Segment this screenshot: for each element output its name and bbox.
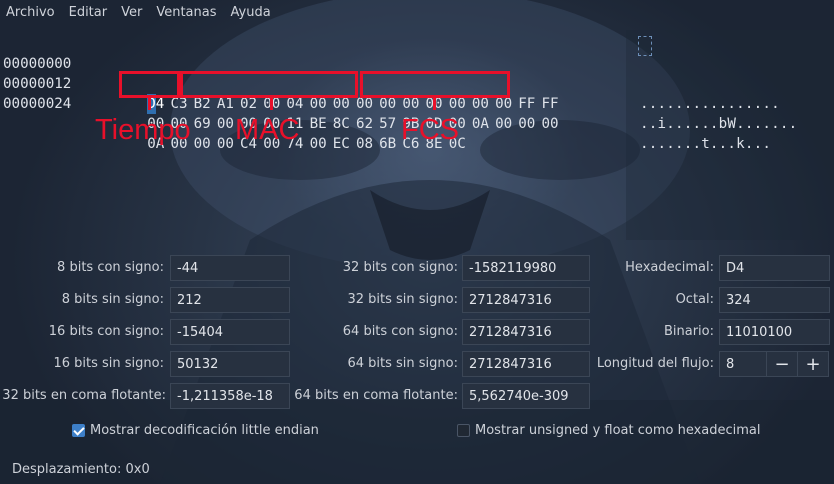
hex-byte[interactable]: 00 (518, 114, 541, 134)
hex-byte[interactable]: 00 (194, 134, 217, 154)
row-offset: 00000024 (3, 96, 72, 112)
menu-ver[interactable]: Ver (114, 0, 149, 26)
annotation-tick (270, 98, 273, 110)
label-64bit-float: 64 bits en coma flotante: (294, 388, 458, 403)
hex-byte[interactable]: 08 (356, 134, 379, 154)
stream-length-input[interactable]: 8 (719, 351, 767, 377)
field-16bit-unsigned[interactable]: 50132 (170, 351, 290, 377)
field-64bit-float[interactable]: 5,562740e-309 (462, 383, 590, 409)
annotation-tick (433, 98, 436, 110)
row-ascii[interactable]: ..i......bW....... (640, 114, 797, 134)
field-binario[interactable]: 11010100 (719, 319, 830, 345)
label-32bit-float: 32 bits en coma flotante: (2, 388, 166, 403)
menu-ayuda[interactable]: Ayuda (224, 0, 278, 26)
little-endian-checkbox[interactable] (72, 423, 85, 437)
annotation-box-fcs (360, 71, 510, 98)
hex-byte[interactable]: 0A (472, 114, 495, 134)
annotation-tick (148, 98, 151, 110)
status-bar-offset: Desplazamiento: 0x0 (12, 462, 150, 477)
annotation-box-tiempo (119, 71, 180, 98)
label-binario: Binario: (663, 324, 714, 339)
label-octal: Octal: (675, 292, 714, 307)
field-8bit-unsigned[interactable]: 212 (170, 287, 290, 313)
label-64bit-signed: 64 bits con signo: (342, 324, 458, 339)
label-16bit-signed: 16 bits con signo: (48, 324, 164, 339)
decrement-button[interactable]: − (766, 351, 798, 377)
little-endian-label: Mostrar decodificación little endian (90, 422, 319, 438)
hex-row[interactable]: 00000024 0A 00 00 00 C4 00 74 00 EC 08 6B C6 8E 0C ..… (0, 74, 771, 152)
annotation-box-mac (180, 71, 358, 98)
increment-button[interactable]: + (797, 351, 829, 377)
annotation-label-mac: MAC (235, 114, 300, 146)
unsigned-hex-checkbox[interactable] (457, 423, 470, 437)
menu-archivo[interactable]: Archivo (0, 0, 62, 26)
little-endian-option[interactable]: Mostrar decodificación little endian (72, 420, 319, 440)
label-16bit-unsigned: 16 bits sin signo: (53, 356, 164, 371)
field-32bit-float[interactable]: -1,211358e-18 (170, 383, 290, 409)
row-ascii[interactable]: .......t...k... (640, 134, 771, 154)
field-64bit-unsigned[interactable]: 2712847316 (462, 351, 590, 377)
label-32bit-signed: 32 bits con signo: (342, 260, 458, 275)
field-32bit-unsigned[interactable]: 2712847316 (462, 287, 590, 313)
hex-byte[interactable]: 6B (379, 134, 402, 154)
menu-bar: Archivo Editar Ver Ventanas Ayuda (0, 0, 834, 26)
hex-byte[interactable]: EC (333, 134, 356, 154)
field-32bit-signed[interactable]: -1582119980 (462, 255, 590, 281)
annotation-label-fcs: FCS (401, 114, 459, 146)
unsigned-hex-option[interactable]: Mostrar unsigned y float como hexadecima… (457, 420, 761, 440)
hex-byte[interactable]: 00 (495, 114, 518, 134)
hex-byte[interactable]: 00 (310, 134, 333, 154)
hex-row[interactable]: 00000012 00 00 69 00 00 00 11 BE 8C 62 57 9B 0D 00 0A 0… (0, 54, 797, 132)
label-stream-length: Longitud del flujo: (596, 356, 714, 371)
field-hexadecimal[interactable]: D4 (719, 255, 830, 281)
label-32bit-unsigned: 32 bits sin signo: (347, 292, 458, 307)
label-hexadecimal: Hexadecimal: (625, 260, 714, 275)
hex-byte[interactable]: 00 (541, 114, 564, 134)
hex-row[interactable]: 00000000 D4C3B2A102000400000000000000000… (0, 34, 780, 114)
annotation-label-tiempo: Tiempo (95, 114, 191, 146)
label-8bit-unsigned: 8 bits sin signo: (61, 292, 164, 307)
label-8bit-signed: 8 bits con signo: (57, 260, 164, 275)
menu-editar[interactable]: Editar (62, 0, 115, 26)
field-64bit-signed[interactable]: 2712847316 (462, 319, 590, 345)
field-8bit-signed[interactable]: -44 (170, 255, 290, 281)
row-ascii[interactable]: ................ (640, 94, 780, 114)
field-16bit-signed[interactable]: -15404 (170, 319, 290, 345)
field-octal[interactable]: 324 (719, 287, 830, 313)
label-64bit-unsigned: 64 bits sin signo: (347, 356, 458, 371)
menu-ventanas[interactable]: Ventanas (149, 0, 223, 26)
ascii-cursor (638, 36, 652, 56)
hex-editor[interactable]: 00000000 D4C3B2A102000400000000000000000… (0, 30, 834, 240)
unsigned-hex-label: Mostrar unsigned y float como hexadecima… (475, 422, 761, 438)
